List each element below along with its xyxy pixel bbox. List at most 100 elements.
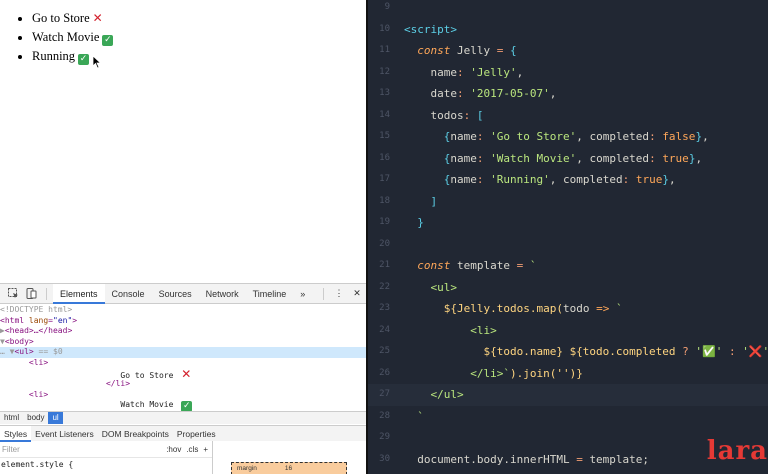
- code-line[interactable]: 23 ${Jelly.todos.map(todo => `: [368, 298, 768, 320]
- element-style-rule[interactable]: element.style {: [0, 458, 212, 472]
- dom-node-ul[interactable]: … ▼<ul> == $0: [0, 347, 366, 358]
- code-token: :: [456, 87, 471, 100]
- inspect-element-button[interactable]: [4, 285, 22, 303]
- tab-styles[interactable]: Styles: [0, 425, 32, 442]
- code-line[interactable]: 12 name: 'Jelly',: [368, 62, 768, 84]
- dom-node-head[interactable]: ▶<head>…</head>: [0, 326, 366, 337]
- code-token: todo: [562, 302, 597, 315]
- margin-box[interactable]: margin 16: [231, 462, 347, 474]
- tab-elements[interactable]: Elements: [53, 283, 105, 304]
- browser-viewport: Go to Store✕ Watch Movie✓ Running✓: [0, 0, 366, 283]
- code-text: <ul>: [404, 277, 457, 299]
- mouse-cursor-icon: [92, 55, 102, 69]
- code-editor[interactable]: 9 10 <script> 11 const Jelly = {12 name: 'J…: [368, 0, 768, 474]
- code-line[interactable]: 27 </ul>: [368, 384, 768, 406]
- code-text: const template = `: [404, 255, 536, 277]
- more-tabs-button[interactable]: »: [293, 284, 312, 304]
- line-number: 13: [379, 88, 390, 98]
- code-line[interactable]: 14 todos: [: [368, 105, 768, 127]
- code-line[interactable]: 28 `: [368, 406, 768, 428]
- tab-event-listeners[interactable]: Event Listeners: [31, 426, 98, 442]
- todo-item: Watch Movie✓: [32, 28, 114, 47]
- tab-network[interactable]: Network: [199, 284, 246, 304]
- tab-timeline[interactable]: Timeline: [246, 284, 294, 304]
- code-line[interactable]: 11 const Jelly = {: [368, 40, 768, 62]
- code-token: </li>`: [404, 366, 510, 380]
- code-token: :: [728, 345, 743, 358]
- code-token: ${todo.name} ${todo.completed: [404, 345, 683, 358]
- li-text: Watch Movie: [120, 400, 179, 410]
- code-token: , completed: [549, 173, 623, 186]
- body-tag: <body>: [4, 336, 34, 346]
- hov-toggle[interactable]: :hov: [166, 445, 181, 454]
- devtools-panel: Elements Console Sources Network Timelin…: [0, 283, 366, 474]
- device-toolbar-button[interactable]: [22, 285, 40, 303]
- breadcrumb-body[interactable]: body: [23, 412, 48, 424]
- code-line[interactable]: 25 ${todo.name} ${todo.completed ? '✅' :…: [368, 341, 768, 363]
- code-line[interactable]: 21 const template = `: [368, 255, 768, 277]
- line-number: 18: [379, 195, 390, 206]
- dom-text-node[interactable]: Go to Store ✕: [0, 368, 366, 380]
- html-tag: <html: [0, 315, 29, 325]
- breadcrumb-html[interactable]: html: [0, 412, 23, 424]
- dom-node-body[interactable]: ▼<body>: [0, 337, 366, 348]
- code-token: 'Go to Store': [490, 130, 577, 143]
- code-token: `: [615, 302, 623, 315]
- box-model-pane: margin 16: [212, 441, 366, 474]
- code-token: ,: [668, 173, 676, 186]
- dom-node-doctype[interactable]: <!DOCTYPE html>: [0, 305, 366, 316]
- breadcrumb-ul[interactable]: ul: [48, 412, 63, 424]
- tab-sources[interactable]: Sources: [152, 284, 199, 304]
- code-token: '✅': [695, 345, 729, 358]
- tab-dom-breakpoints[interactable]: DOM Breakpoints: [98, 426, 173, 442]
- code-line[interactable]: 18 ]: [368, 191, 768, 213]
- todo-name: Watch Movie: [32, 30, 100, 44]
- code-text: const Jelly = {: [404, 40, 516, 62]
- cls-toggle[interactable]: .cls: [186, 445, 198, 454]
- code-text: ]: [404, 191, 437, 213]
- devtools-toolbar: Elements Console Sources Network Timelin…: [0, 283, 366, 304]
- code-text: </ul>: [404, 384, 463, 406]
- code-line[interactable]: 13 date: '2017-05-07',: [368, 83, 768, 105]
- close-devtools-button[interactable]: ✕: [348, 285, 366, 303]
- dom-node-li[interactable]: <li>: [0, 390, 366, 401]
- code-line[interactable]: 24 <li>: [368, 320, 768, 342]
- code-token: =: [516, 259, 530, 272]
- line-number: 22: [379, 281, 390, 292]
- code-line[interactable]: 20: [368, 234, 768, 256]
- styles-filter-input[interactable]: Filter: [2, 445, 20, 454]
- tab-console[interactable]: Console: [105, 284, 152, 304]
- dom-node-html[interactable]: <html lang="en">: [0, 316, 366, 327]
- code-token: template;: [589, 452, 650, 466]
- code-line[interactable]: 9: [368, 0, 768, 19]
- line-number: 30: [379, 453, 390, 464]
- cross-mark-icon: ✕: [92, 11, 103, 25]
- dom-node-li-close[interactable]: </li>: [0, 379, 366, 390]
- code-token: }: [662, 173, 669, 186]
- code-token: ,: [549, 87, 557, 100]
- dom-text-node[interactable]: Watch Movie ✓: [0, 400, 366, 411]
- code-text: {name: 'Running', completed: true},: [404, 169, 676, 191]
- tab-properties[interactable]: Properties: [173, 426, 220, 442]
- code-line[interactable]: 15 {name: 'Go to Store', completed: fals…: [368, 126, 768, 148]
- code-line[interactable]: 26 </li>`).join('')}: [368, 363, 768, 385]
- todo-item: Go to Store✕: [32, 9, 113, 28]
- code-line[interactable]: 10 <script>: [368, 19, 768, 41]
- code-line[interactable]: 22 <ul>: [368, 277, 768, 299]
- line-number: 20: [379, 238, 390, 249]
- code-token: todos: [404, 108, 464, 122]
- ul-tag: <ul>: [14, 347, 34, 357]
- code-line[interactable]: 17 {name: 'Running', completed: true},: [368, 169, 768, 191]
- code-token: <script>: [404, 22, 457, 36]
- brand-watermark: lara: [706, 436, 768, 466]
- breadcrumb: html body ul: [0, 411, 366, 424]
- line-number: 11: [379, 45, 390, 55]
- customize-menu-button[interactable]: ⋮: [330, 285, 348, 303]
- new-style-rule-button[interactable]: +: [203, 445, 208, 454]
- code-token: :: [476, 151, 491, 165]
- code-text: `: [404, 406, 424, 428]
- code-line[interactable]: 19 }: [368, 212, 768, 234]
- code-token: ,: [702, 130, 709, 143]
- code-token: }: [404, 216, 424, 229]
- code-line[interactable]: 16 {name: 'Watch Movie', completed: true…: [368, 148, 768, 170]
